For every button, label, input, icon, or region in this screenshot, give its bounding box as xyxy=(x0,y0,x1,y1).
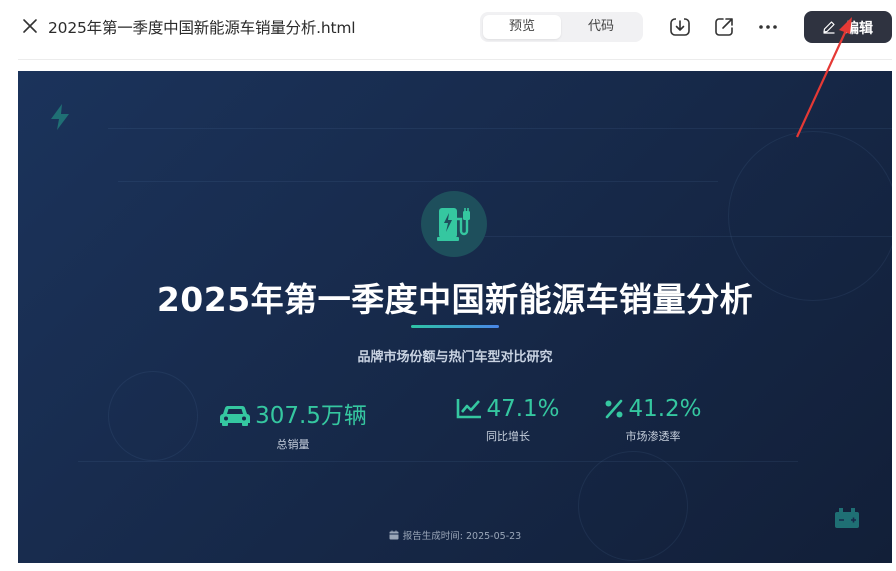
car-icon xyxy=(220,405,251,426)
stat-label: 同比增长 xyxy=(486,430,530,443)
stat-label: 总销量 xyxy=(276,438,310,451)
report-date-text: 报告生成时间: 2025-05-23 xyxy=(402,531,522,542)
stat-value: 307.5万辆 xyxy=(255,403,367,429)
toolbar-divider xyxy=(18,59,892,60)
edit-button[interactable]: 编辑 xyxy=(804,11,892,43)
more-icon[interactable] xyxy=(756,15,780,39)
lightning-icon xyxy=(51,104,69,130)
stat-label: 市场渗透率 xyxy=(625,430,681,443)
decor-circle xyxy=(108,371,198,461)
tab-code[interactable]: 代码 xyxy=(562,15,640,39)
calendar-icon xyxy=(389,530,399,540)
charging-station-badge xyxy=(421,191,487,257)
stat-yoy-growth: 47.1% 同比增长 xyxy=(438,396,578,444)
slide-title: 2025年第一季度中国新能源车销量分析 xyxy=(156,280,754,319)
report-date: 报告生成时间: 2025-05-23 xyxy=(18,528,892,542)
file-title: 2025年第一季度中国新能源车销量分析.html xyxy=(48,19,356,37)
download-icon[interactable] xyxy=(668,15,692,39)
slide-subtitle: 品牌市场份额与热门车型对比研究 xyxy=(357,350,553,365)
title-underline xyxy=(411,325,499,328)
pencil-icon xyxy=(823,21,835,34)
close-icon[interactable] xyxy=(21,17,39,35)
charging-station-icon xyxy=(437,208,470,241)
decor-line xyxy=(118,181,718,182)
edit-button-label: 编辑 xyxy=(845,21,873,37)
percent-icon xyxy=(605,399,623,419)
stat-market-penetration: 41.2% 市场渗透率 xyxy=(583,396,723,444)
battery-icon xyxy=(835,508,859,528)
decor-line xyxy=(108,128,892,129)
line-chart-icon xyxy=(457,399,482,419)
tab-preview[interactable]: 预览 xyxy=(483,15,561,39)
decor-circle xyxy=(578,451,688,561)
stat-value: 47.1% xyxy=(486,396,560,422)
stat-total-sales: 307.5万辆 总销量 xyxy=(208,396,378,452)
decor-line xyxy=(78,461,798,462)
view-mode-toggle: 预览 代码 xyxy=(480,12,643,42)
stat-value: 41.2% xyxy=(628,396,702,422)
top-toolbar: 2025年第一季度中国新能源车销量分析.html 预览 代码 编辑 xyxy=(0,0,896,55)
slide-preview: 2025年第一季度中国新能源车销量分析 品牌市场份额与热门车型对比研究 307.… xyxy=(18,71,892,563)
share-icon[interactable] xyxy=(712,15,736,39)
